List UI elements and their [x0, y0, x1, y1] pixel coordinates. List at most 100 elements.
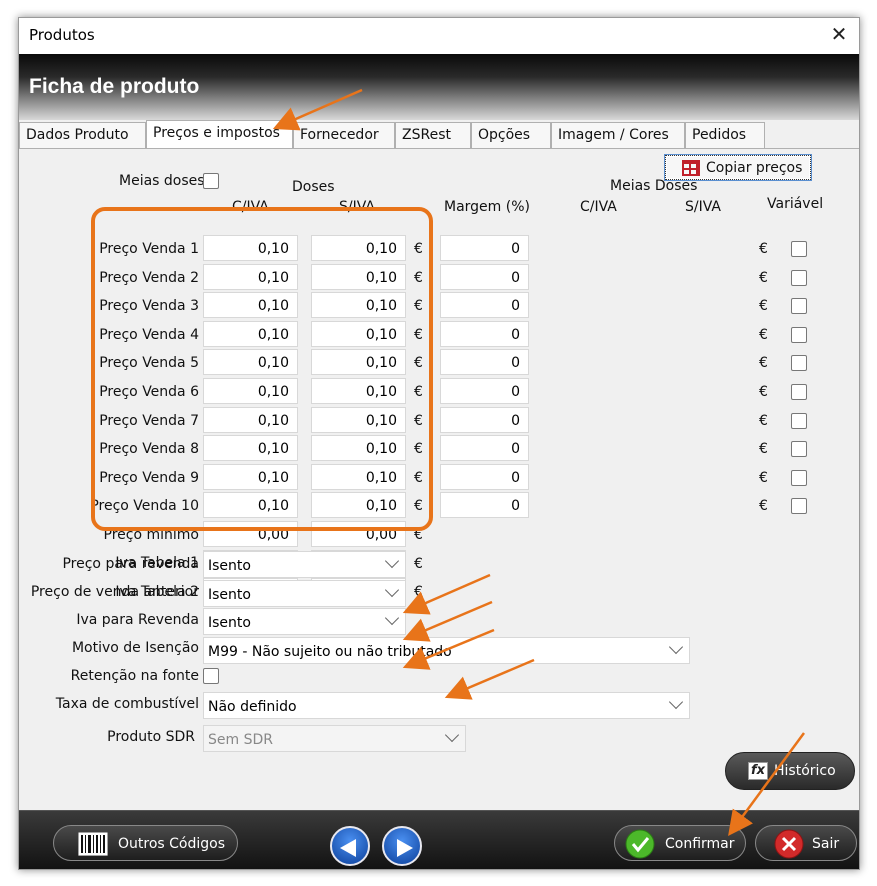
margem-input[interactable]: 0	[440, 321, 529, 347]
meias-currency-label: €	[759, 270, 768, 286]
tab-opcoes[interactable]: Opções	[471, 122, 551, 148]
col-margem-header: Margem (%)	[444, 199, 530, 215]
sair-button[interactable]: Sair	[755, 825, 857, 861]
meias-currency-label: €	[759, 498, 768, 514]
page-header: Ficha de produto	[19, 54, 859, 120]
tab-pedidos[interactable]: Pedidos	[685, 122, 765, 148]
close-icon	[774, 829, 804, 859]
margem-input[interactable]: 0	[440, 264, 529, 290]
retencao-fonte-checkbox[interactable]	[203, 668, 219, 684]
variavel-checkbox[interactable]	[791, 270, 807, 286]
tab-zsrest[interactable]: ZSRest	[395, 122, 471, 148]
iva-revenda-select[interactable]: Isento	[203, 608, 406, 635]
page-title: Ficha de produto	[29, 75, 200, 98]
currency-label: €	[414, 584, 423, 600]
meias-currency-label: €	[759, 413, 768, 429]
chevron-down-icon	[384, 553, 400, 569]
copiar-precos-button[interactable]: Copiar preços	[665, 155, 811, 180]
confirmar-button[interactable]: Confirmar	[614, 825, 746, 861]
chevron-down-icon	[384, 582, 400, 598]
iva-tabela-2-value: Isento	[208, 587, 251, 603]
arrow-right-icon	[397, 839, 413, 857]
col-variavel-header: Variável	[767, 196, 824, 212]
meias-currency-label: €	[759, 470, 768, 486]
taxa-combustivel-label: Taxa de combustível	[55, 696, 199, 712]
chevron-down-icon	[668, 694, 684, 710]
meias-doses-label: Meias doses	[119, 173, 205, 189]
taxa-combustivel-value: Não definido	[208, 699, 297, 715]
produto-sdr-label: Produto SDR	[107, 729, 195, 745]
tab-imagem-cores[interactable]: Imagem / Cores	[551, 122, 685, 148]
precos-impostos-panel: Meias doses Doses Meias Doses C/IVA S/IV…	[19, 148, 859, 810]
outros-codigos-button[interactable]: Outros Códigos	[53, 825, 238, 861]
col-meias-siva-header: S/IVA	[685, 199, 721, 215]
next-button[interactable]	[382, 826, 422, 866]
taxa-combustivel-select[interactable]: Não definido	[203, 692, 690, 719]
margem-input[interactable]: 0	[440, 407, 529, 433]
title-bar: Produtos ✕	[19, 18, 859, 54]
sair-label: Sair	[812, 836, 840, 852]
meias-doses-checkbox[interactable]	[203, 173, 219, 189]
copiar-precos-label: Copiar preços	[706, 160, 803, 176]
margem-input[interactable]: 0	[440, 292, 529, 318]
currency-label: €	[414, 556, 423, 572]
variavel-checkbox[interactable]	[791, 413, 807, 429]
tab-bar: Dados Produto Preços e impostos Forneced…	[19, 120, 859, 149]
motivo-isencao-label: Motivo de Isenção	[71, 640, 199, 656]
margem-input[interactable]: 0	[440, 349, 529, 375]
confirmar-label: Confirmar	[665, 836, 735, 852]
iva-tabela-1-select[interactable]: Isento	[203, 551, 406, 578]
margem-input[interactable]: 0	[440, 378, 529, 404]
variavel-checkbox[interactable]	[791, 327, 807, 343]
produto-sdr-select[interactable]: Sem SDR	[203, 725, 466, 752]
tab-fornecedor[interactable]: Fornecedor	[293, 122, 395, 148]
col-meias-civa-header: C/IVA	[580, 199, 617, 215]
meias-currency-label: €	[759, 355, 768, 371]
motivo-isencao-value: M99 - Não sujeito ou não tributado	[208, 644, 452, 660]
tab-dados-produto[interactable]: Dados Produto	[19, 122, 146, 148]
iva-tabela-1-value: Isento	[208, 558, 251, 574]
margem-input[interactable]: 0	[440, 435, 529, 461]
variavel-checkbox[interactable]	[791, 470, 807, 486]
outros-codigos-label: Outros Códigos	[118, 836, 226, 852]
previous-button[interactable]	[330, 826, 370, 866]
variavel-checkbox[interactable]	[791, 384, 807, 400]
arrow-left-icon	[340, 839, 356, 857]
doses-header: Doses	[292, 179, 335, 195]
historico-button[interactable]: fx Histórico	[725, 752, 855, 790]
variavel-checkbox[interactable]	[791, 441, 807, 457]
grid-icon	[682, 160, 700, 176]
meias-currency-label: €	[759, 241, 768, 257]
variavel-checkbox[interactable]	[791, 298, 807, 314]
margem-input[interactable]: 0	[440, 492, 529, 518]
iva-revenda-label: Iva para Revenda	[76, 612, 199, 628]
motivo-isencao-select[interactable]: M99 - Não sujeito ou não tributado	[203, 637, 690, 664]
window-title: Produtos	[29, 26, 95, 44]
footer-toolbar: Outros Códigos Confirmar Sair	[19, 810, 859, 869]
margem-input[interactable]: 0	[440, 464, 529, 490]
checkmark-icon	[625, 829, 655, 859]
chevron-down-icon	[444, 727, 460, 743]
close-icon[interactable]: ✕	[827, 22, 851, 46]
historico-label: Histórico	[774, 763, 836, 779]
meias-currency-label: €	[759, 298, 768, 314]
produto-sdr-value: Sem SDR	[208, 732, 273, 748]
meias-doses-header: Meias Doses	[610, 178, 698, 194]
iva-revenda-value: Isento	[208, 615, 251, 631]
barcode-icon	[78, 832, 108, 856]
meias-currency-label: €	[759, 384, 768, 400]
function-icon: fx	[748, 762, 768, 780]
retencao-fonte-label: Retenção na fonte	[70, 668, 199, 684]
variavel-checkbox[interactable]	[791, 498, 807, 514]
meias-currency-label: €	[759, 441, 768, 457]
variavel-checkbox[interactable]	[791, 241, 807, 257]
iva-tabela-2-select[interactable]: Isento	[203, 580, 406, 607]
iva-tabela-1-label: Iva Tabela 1	[115, 555, 199, 571]
chevron-down-icon	[668, 639, 684, 655]
annotation-highlight-box	[91, 207, 433, 531]
margem-input[interactable]: 0	[440, 235, 529, 261]
tab-precos-impostos[interactable]: Preços e impostos	[146, 120, 293, 149]
chevron-down-icon	[384, 610, 400, 626]
iva-tabela-2-label: Iva Tabela 2	[115, 584, 199, 600]
variavel-checkbox[interactable]	[791, 355, 807, 371]
